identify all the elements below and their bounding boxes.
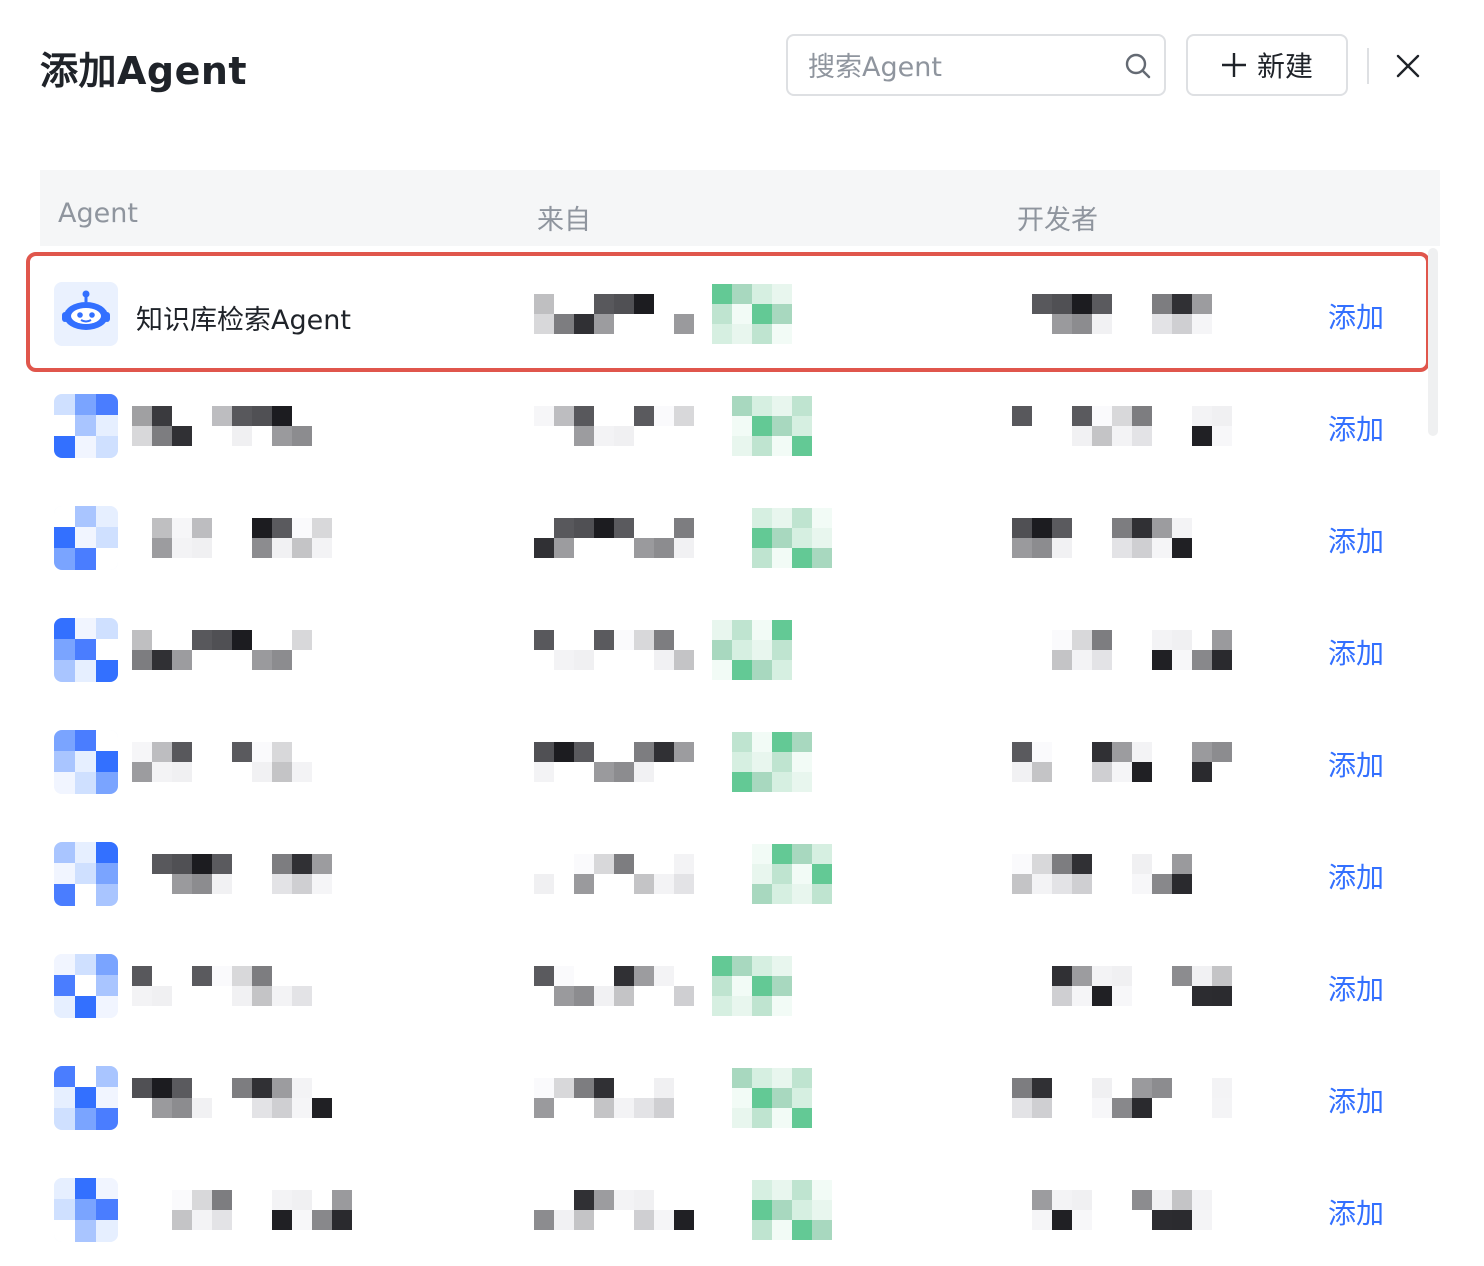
redacted-text [132, 406, 332, 446]
column-header-developer: 开发者 [1017, 205, 1098, 236]
close-button[interactable] [1388, 46, 1428, 86]
redacted-text [1012, 630, 1232, 670]
dialog-title: 添加Agent [40, 49, 248, 93]
redacted-tag [732, 732, 812, 792]
add-agent-link[interactable]: 添加 [1328, 408, 1384, 448]
redacted-text [534, 406, 694, 446]
redacted-text [1012, 966, 1232, 1006]
avatar-icon [54, 618, 118, 682]
new-agent-label: 新建 [1256, 50, 1313, 83]
redacted-text [132, 966, 312, 1006]
avatar-icon [54, 842, 118, 906]
search-box[interactable] [786, 34, 1166, 96]
redacted-text [534, 294, 694, 334]
redacted-text [1012, 742, 1232, 782]
redacted-text [132, 518, 352, 558]
column-header-source: 来自 [537, 205, 591, 236]
redacted-tag [712, 284, 792, 344]
avatar-icon [54, 954, 118, 1018]
redacted-text [534, 1078, 694, 1118]
avatar-icon [54, 730, 118, 794]
redacted-tag [732, 1068, 812, 1128]
redacted-tag [712, 620, 792, 680]
redacted-text [1012, 406, 1232, 446]
plus-icon [1221, 53, 1246, 77]
header-divider [1367, 48, 1369, 84]
add-agent-link[interactable]: 添加 [1328, 296, 1384, 336]
redacted-tag [732, 396, 812, 456]
redacted-text [534, 1190, 694, 1230]
agent-name: 知识库检索Agent [136, 305, 351, 336]
add-agent-dialog: 添加Agent 新建 Agent 来自 开发者 知识库检索Agent添加添加添加… [0, 0, 1484, 1258]
redacted-text [132, 742, 332, 782]
table-row[interactable]: 添加 [40, 818, 1430, 930]
redacted-text [132, 854, 352, 894]
table-row[interactable]: 知识库检索Agent 添加 [26, 252, 1430, 372]
robot-icon [54, 282, 118, 346]
avatar-icon [54, 1066, 118, 1130]
redacted-text [534, 518, 694, 558]
search-input[interactable] [806, 44, 1110, 90]
close-icon[interactable] [1395, 53, 1421, 79]
add-agent-link[interactable]: 添加 [1328, 632, 1384, 672]
redacted-text [132, 630, 312, 670]
redacted-text [1012, 1190, 1232, 1230]
add-agent-link[interactable]: 添加 [1328, 968, 1384, 1008]
table-row[interactable]: 添加 [40, 930, 1430, 1042]
avatar-icon [54, 1178, 118, 1242]
add-agent-link[interactable]: 添加 [1328, 1080, 1384, 1120]
redacted-text [1012, 854, 1232, 894]
add-agent-link[interactable]: 添加 [1328, 744, 1384, 784]
search-icon[interactable] [1124, 52, 1152, 80]
redacted-text [534, 630, 694, 670]
redacted-text [534, 742, 694, 782]
avatar-icon [54, 394, 118, 458]
add-agent-link[interactable]: 添加 [1328, 1192, 1384, 1232]
redacted-text [132, 1078, 332, 1118]
redacted-text [132, 1190, 352, 1230]
table-header: Agent 来自 开发者 [40, 170, 1440, 246]
table-row[interactable]: 添加 [40, 1042, 1430, 1154]
redacted-text [1012, 294, 1232, 334]
table-row[interactable]: 添加 [40, 594, 1430, 706]
redacted-text [534, 966, 694, 1006]
redacted-text [534, 854, 694, 894]
table-row[interactable]: 添加 [40, 706, 1430, 818]
add-agent-link[interactable]: 添加 [1328, 520, 1384, 560]
redacted-text [1012, 518, 1232, 558]
column-header-agent: Agent [58, 198, 138, 229]
avatar-icon [54, 506, 118, 570]
table-row[interactable]: 添加 [40, 1154, 1430, 1266]
redacted-tag [752, 1180, 832, 1240]
new-agent-button[interactable]: 新建 [1186, 34, 1348, 96]
scrollbar[interactable] [1428, 248, 1438, 436]
redacted-tag [752, 508, 832, 568]
redacted-tag [712, 956, 792, 1016]
add-agent-link[interactable]: 添加 [1328, 856, 1384, 896]
table-row[interactable]: 添加 [40, 370, 1430, 482]
redacted-text [1012, 1078, 1232, 1118]
table-row[interactable]: 添加 [40, 482, 1430, 594]
redacted-tag [752, 844, 832, 904]
